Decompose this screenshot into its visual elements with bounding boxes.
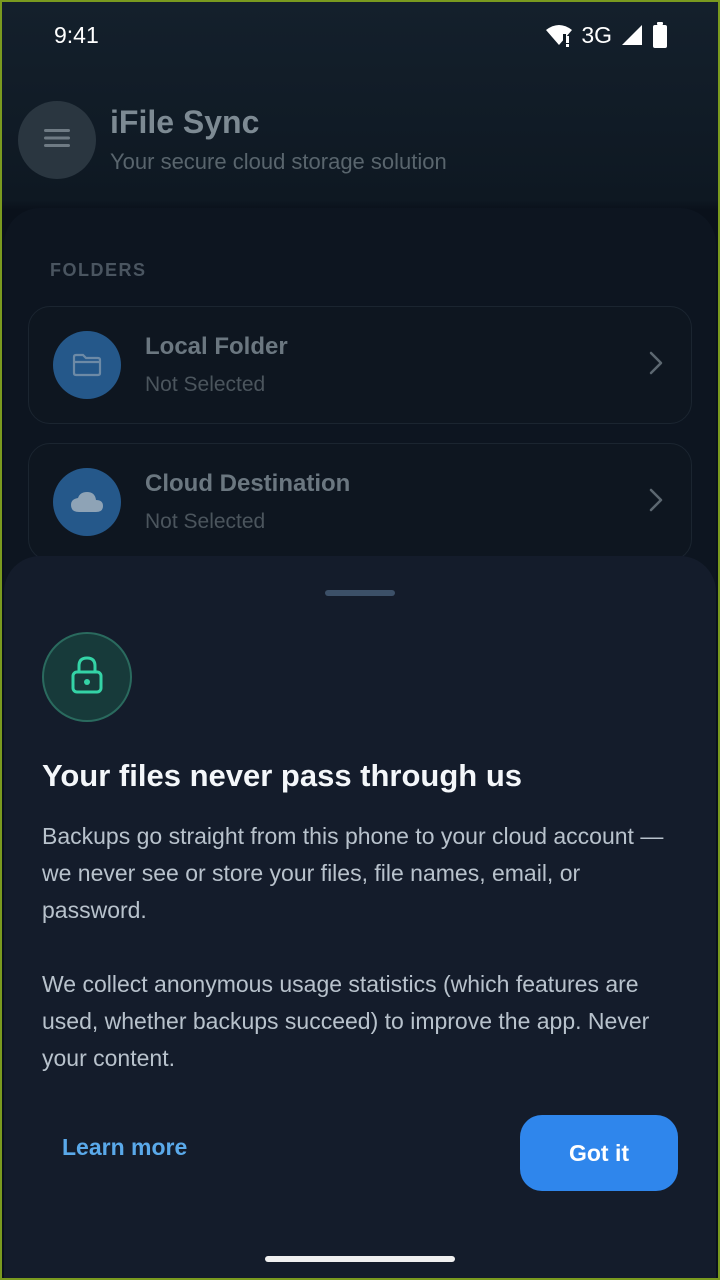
drag-handle[interactable] [325,590,395,596]
learn-more-link[interactable]: Learn more [62,1134,187,1161]
home-indicator[interactable] [265,1256,455,1262]
got-it-button[interactable]: Got it [520,1115,678,1191]
lock-icon [70,655,104,700]
sheet-paragraph-1: Backups go straight from this phone to y… [42,823,664,923]
privacy-bottom-sheet: Your files never pass through us Backups… [4,556,716,1280]
sheet-paragraph-2: We collect anonymous usage statistics (w… [42,971,650,1071]
sheet-title: Your files never pass through us [42,758,523,793]
lock-icon-badge [42,632,132,722]
